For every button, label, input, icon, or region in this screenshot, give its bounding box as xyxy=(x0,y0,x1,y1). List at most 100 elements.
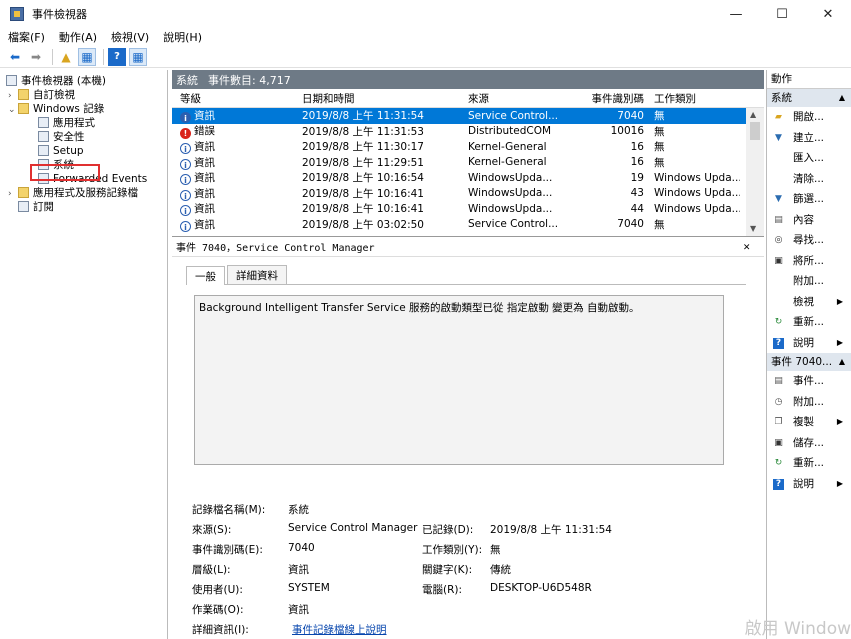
event-id-cell: 7040 xyxy=(582,110,650,122)
tree-item-root[interactable]: 事件檢視器 (本機) xyxy=(0,74,167,88)
forward-arrow-icon[interactable]: ➡ xyxy=(27,48,45,66)
table-row[interactable]: i 資訊 2019/8/8 上午 10:16:41 WindowsUpda... 44 W… xyxy=(172,201,764,217)
event-id-cell-text: 16 xyxy=(630,156,644,169)
action-label: 匯入... xyxy=(793,152,825,164)
action-item[interactable]: ❐ 複製 ▶ xyxy=(767,412,851,433)
tab-details[interactable]: 詳細資料 xyxy=(227,265,287,284)
menu-file[interactable]: 檔案(F) xyxy=(8,29,45,45)
table-row[interactable]: i 資訊 2019/8/8 上午 11:30:17 Kernel-General 16 無 xyxy=(172,139,764,155)
action-item[interactable]: ▣ 儲存... xyxy=(767,433,851,454)
event-id-cell-text: 44 xyxy=(630,202,644,215)
actions-section-event[interactable]: 事件 7040... ▲ xyxy=(767,353,851,371)
show-hide-action-pane-icon[interactable]: ▦ xyxy=(129,47,147,66)
action-item[interactable]: 清除... xyxy=(767,169,851,190)
scroll-up-icon[interactable]: ▲ xyxy=(750,110,756,119)
table-row[interactable]: i 資訊 2019/8/8 上午 11:31:54 Service Control..… xyxy=(172,108,764,124)
minimize-button[interactable]: — xyxy=(713,0,759,28)
grid-scrollbar[interactable]: ▲ ▼ xyxy=(746,108,764,236)
event-id-cell-text: 16 xyxy=(630,140,644,153)
tree-item-subscriptions[interactable]: 訂閱 xyxy=(0,200,167,214)
collapse-icon[interactable]: ▲ xyxy=(839,353,845,371)
column-header-level[interactable]: 等級 xyxy=(172,91,298,106)
action-item[interactable]: ? 說明 ▶ xyxy=(767,474,851,495)
chevron-right-icon[interactable]: › xyxy=(8,89,18,103)
chevron-down-icon[interactable]: ⌄ xyxy=(8,103,18,117)
event-log-online-help-link[interactable]: 事件記錄檔線上說明 xyxy=(292,622,387,637)
column-header-date[interactable]: 日期和時間 xyxy=(298,91,464,106)
table-row[interactable]: i 資訊 2019/8/8 上午 10:16:41 WindowsUpda... 43 W… xyxy=(172,186,764,202)
prop-label: 詳細資訊(I): xyxy=(192,624,249,636)
folder-up-icon[interactable]: ▲ xyxy=(57,48,75,66)
action-item[interactable]: ↻ 重新... xyxy=(767,453,851,474)
log-name: 系統 xyxy=(176,73,198,87)
close-button[interactable]: ✕ xyxy=(805,0,851,28)
source-cell: WindowsUpda... xyxy=(464,187,582,199)
action-item[interactable]: ◷ 附加... xyxy=(767,392,851,413)
prop-label: 作業碼(O): xyxy=(192,604,244,616)
tree-item-windows-logs[interactable]: ⌄ Windows 記錄 xyxy=(0,102,167,116)
event-viewer-app-icon xyxy=(10,7,24,21)
task-cell-text: Windows Upda... xyxy=(654,187,740,200)
source-cell: Kernel-General xyxy=(464,141,582,153)
activate-windows-watermark: 啟用 Window xyxy=(744,619,851,639)
help-icon[interactable]: ? xyxy=(108,47,126,66)
maximize-button[interactable]: ☐ xyxy=(759,0,805,28)
menu-help[interactable]: 說明(H) xyxy=(163,29,202,45)
submenu-arrow-icon: ▶ xyxy=(836,478,843,488)
table-row[interactable]: i 資訊 2019/8/8 上午 10:16:54 WindowsUpda... 19 W… xyxy=(172,170,764,186)
table-row[interactable]: i 資訊 2019/8/8 上午 11:29:51 Kernel-General 16 無 xyxy=(172,155,764,171)
scroll-down-icon[interactable]: ▼ xyxy=(750,224,756,233)
action-item[interactable]: 檢視 ▶ xyxy=(767,292,851,313)
action-item[interactable]: ? 說明 ▶ xyxy=(767,333,851,354)
column-header-source[interactable]: 來源 xyxy=(464,91,582,106)
date-cell-text: 2019/8/8 上午 11:29:51 xyxy=(302,156,424,169)
level-cell-text: 資訊 xyxy=(194,141,215,154)
action-item[interactable]: 附加... xyxy=(767,271,851,292)
table-row[interactable]: ! 錯誤 2019/8/8 上午 11:31:53 DistributedCOM 100… xyxy=(172,124,764,140)
show-hide-tree-icon[interactable]: ▦ xyxy=(78,47,96,66)
menu-action[interactable]: 動作(A) xyxy=(59,29,97,45)
tab-general[interactable]: 一般 xyxy=(186,266,225,285)
chevron-right-icon[interactable]: › xyxy=(8,187,18,201)
event-id-cell: 19 xyxy=(582,172,650,184)
binoculars-icon: ◎ xyxy=(774,235,783,245)
tree-item-security[interactable]: 安全性 xyxy=(0,130,167,144)
detail-tabs: 一般 詳細資料 xyxy=(186,265,746,285)
source-cell-text: WindowsUpda... xyxy=(468,202,553,215)
prop-label: 層級(L): xyxy=(192,564,231,576)
action-item[interactable]: ▤ 內容 xyxy=(767,210,851,231)
task-cell: 無 xyxy=(650,155,740,170)
source-cell-text: WindowsUpda... xyxy=(468,187,553,200)
action-item[interactable]: ▼ 篩選... xyxy=(767,189,851,210)
prop-value: 無 xyxy=(490,544,501,556)
action-item[interactable]: ▣ 將所... xyxy=(767,251,851,272)
action-item[interactable]: ▤ 事件... xyxy=(767,371,851,392)
table-row[interactable]: i 資訊 2019/8/8 上午 03:02:50 Service Control..… xyxy=(172,217,764,233)
tree-item-custom-views[interactable]: › 自訂檢視 xyxy=(0,88,167,102)
prop-label: 工作類別(Y): xyxy=(422,544,483,556)
scroll-thumb[interactable] xyxy=(750,122,760,140)
collapse-icon[interactable]: ▲ xyxy=(839,89,845,107)
action-item[interactable]: ▼ 建立... xyxy=(767,128,851,149)
action-label: 說明 xyxy=(793,477,814,490)
folder-icon xyxy=(18,103,29,114)
action-label: 附加... xyxy=(793,275,825,287)
column-header-task[interactable]: 工作類別 xyxy=(650,91,740,106)
window-title: 事件檢視器 xyxy=(32,8,87,21)
tree-item-application[interactable]: 應用程式 xyxy=(0,116,167,130)
menu-view[interactable]: 檢視(V) xyxy=(111,29,149,45)
action-item[interactable]: 匯入... xyxy=(767,148,851,169)
column-header-event-id[interactable]: 事件識別碼 xyxy=(582,91,650,106)
action-item[interactable]: ↻ 重新... xyxy=(767,312,851,333)
event-detail-header: 事件 7040，Service Control Manager ✕ xyxy=(172,237,764,257)
action-item[interactable]: ▰ 開啟... xyxy=(767,107,851,128)
back-arrow-icon[interactable]: ⬅ xyxy=(6,48,24,66)
actions-section-system[interactable]: 系統 ▲ xyxy=(767,89,851,107)
event-count: 事件數目: 4,717 xyxy=(208,73,291,87)
close-icon[interactable]: ✕ xyxy=(743,240,750,253)
date-cell: 2019/8/8 上午 10:16:41 xyxy=(298,201,464,216)
action-item[interactable]: ◎ 尋找... xyxy=(767,230,851,251)
tree-item-setup[interactable]: Setup xyxy=(0,144,167,158)
prop-label: 使用者(U): xyxy=(192,584,243,596)
tree-item-app-service-logs[interactable]: › 應用程式及服務記錄檔 xyxy=(0,186,167,200)
